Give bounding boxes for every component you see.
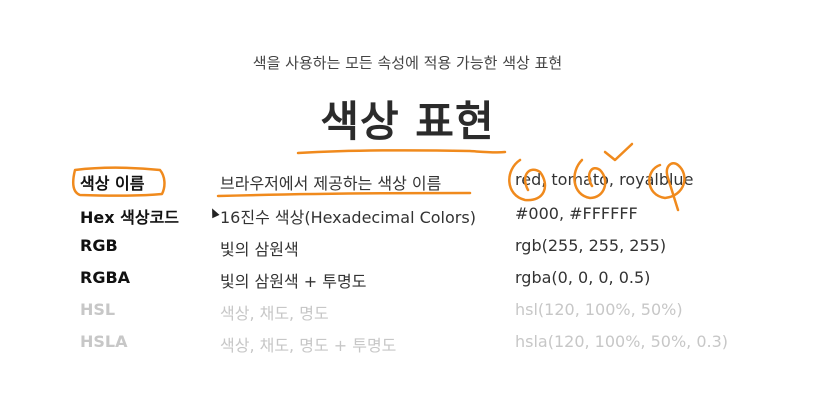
table-row: RGBA 빛의 삼원색 + 투명도 rgba(0, 0, 0, 0.5)	[0, 268, 815, 296]
row-description: 색상, 채도, 명도	[220, 304, 329, 323]
page-subtitle: 색을 사용하는 모든 속성에 적용 가능한 색상 표현	[252, 54, 563, 72]
table-row: HSL 색상, 채도, 명도 hsl(120, 100%, 50%)	[0, 300, 815, 328]
row-description: 16진수 색상(Hexadecimal Colors)	[220, 208, 476, 227]
row-description: 빛의 삼원색 + 투명도	[220, 272, 367, 291]
row-name: Hex 색상코드	[80, 208, 180, 227]
row-name: HSL	[80, 300, 116, 319]
row-example: rgb(255, 255, 255)	[515, 236, 667, 255]
table-row: 색상 이름 브라우저에서 제공하는 색상 이름 red, tomato, roy…	[0, 170, 815, 198]
row-example: hsla(120, 100%, 50%, 0.3)	[515, 332, 729, 351]
row-description: 빛의 삼원색	[220, 240, 299, 259]
table-row: RGB 빛의 삼원색 rgb(255, 255, 255)	[0, 236, 815, 264]
page-title: 색상 표현	[320, 97, 495, 146]
table-row: HSLA 색상, 채도, 명도 + 투명도 hsla(120, 100%, 50…	[0, 332, 815, 360]
row-name: RGB	[80, 236, 118, 255]
row-example: red, tomato, royalblue	[515, 170, 694, 189]
row-name: HSLA	[80, 332, 128, 351]
title-underline-annotation	[296, 149, 507, 155]
row-example: #000, #FFFFFF	[515, 204, 638, 223]
row-description: 브라우저에서 제공하는 색상 이름	[220, 174, 442, 193]
row-example: hsl(120, 100%, 50%)	[515, 300, 683, 319]
row-example: rgba(0, 0, 0, 0.5)	[515, 268, 651, 287]
row-name: 색상 이름	[80, 174, 145, 193]
table-row: Hex 색상코드 16진수 색상(Hexadecimal Colors) #00…	[0, 204, 815, 232]
row-name: RGBA	[80, 268, 131, 287]
row-description: 색상, 채도, 명도 + 투명도	[220, 336, 397, 355]
